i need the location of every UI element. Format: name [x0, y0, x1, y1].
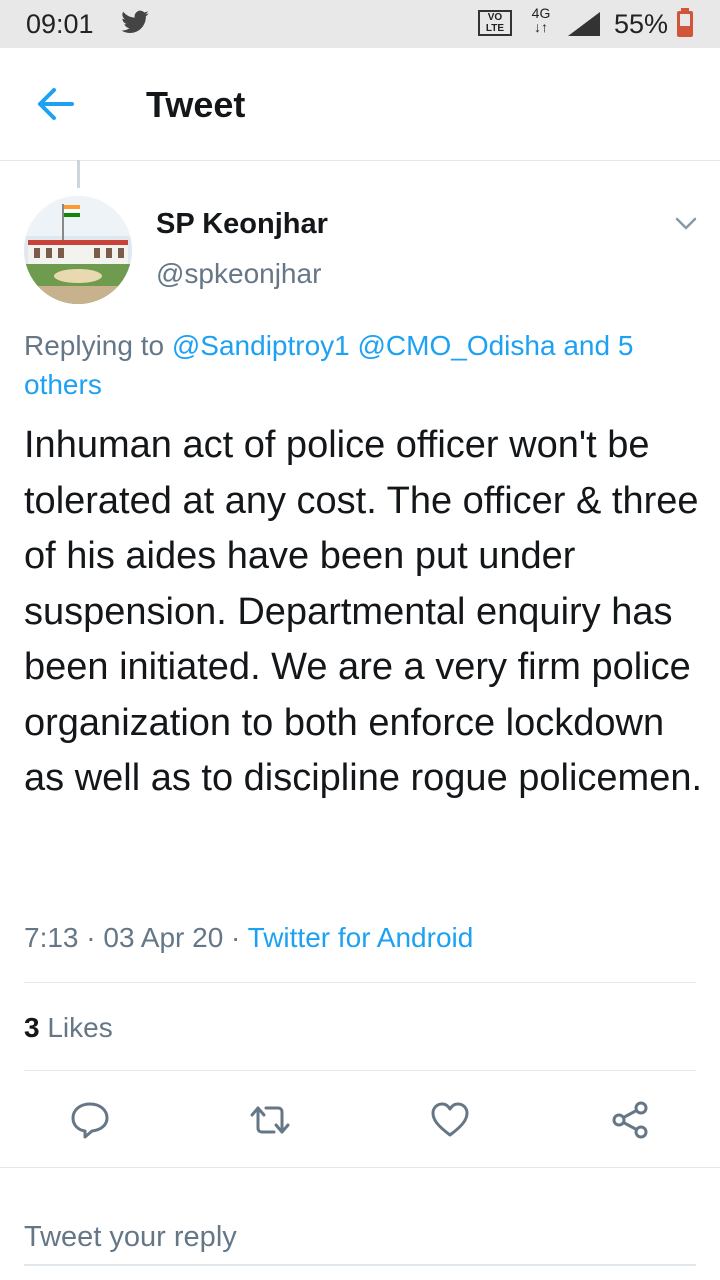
meta-separator: ·: [231, 922, 241, 953]
divider: [24, 1070, 696, 1071]
page-title: Tweet: [146, 84, 246, 125]
tweet-time: 7:13: [24, 922, 79, 953]
battery-icon: [676, 8, 694, 45]
reply-input[interactable]: [24, 1210, 696, 1266]
likes-count[interactable]: 3 Likes: [24, 1012, 113, 1044]
reply-icon[interactable]: [70, 1100, 110, 1140]
volte-badge: VO LTE: [478, 10, 512, 36]
status-time: 09:01: [26, 9, 94, 39]
tweet-meta: 7:13 · 03 Apr 20 · Twitter for Android: [24, 922, 473, 954]
network-indicator: 4G ↓↑: [531, 5, 551, 35]
app-bar: Tweet: [0, 48, 720, 161]
author-handle[interactable]: @spkeonjhar: [156, 258, 321, 290]
tweet-text: Inhuman act of police officer won't be t…: [24, 424, 703, 799]
retweet-icon[interactable]: [250, 1100, 290, 1140]
replying-to: Replying to @Sandiptroy1 @CMO_Odisha and…: [24, 326, 694, 404]
share-icon[interactable]: [610, 1100, 650, 1140]
thread-connector: [77, 160, 80, 188]
likes-label: Likes: [47, 1012, 113, 1043]
divider: [0, 1167, 720, 1168]
back-arrow-icon[interactable]: [34, 86, 78, 122]
avatar[interactable]: [24, 196, 132, 304]
author-name[interactable]: SP Keonjhar: [156, 208, 328, 241]
status-bar: 09:01 VO LTE 4G ↓↑ 55%: [0, 0, 720, 48]
chevron-down-icon[interactable]: [672, 212, 700, 236]
tweet-date: 03 Apr 20: [103, 922, 224, 953]
replying-prefix: Replying to: [24, 330, 165, 361]
battery-percent: 55%: [614, 9, 669, 39]
like-heart-icon[interactable]: [430, 1100, 470, 1140]
tweet-source-link[interactable]: Twitter for Android: [248, 922, 474, 953]
likes-number: 3: [24, 1012, 40, 1043]
twitter-notification-icon: [120, 10, 150, 43]
signal-icon: [566, 10, 602, 45]
divider: [24, 982, 696, 983]
meta-separator: ·: [86, 922, 96, 953]
